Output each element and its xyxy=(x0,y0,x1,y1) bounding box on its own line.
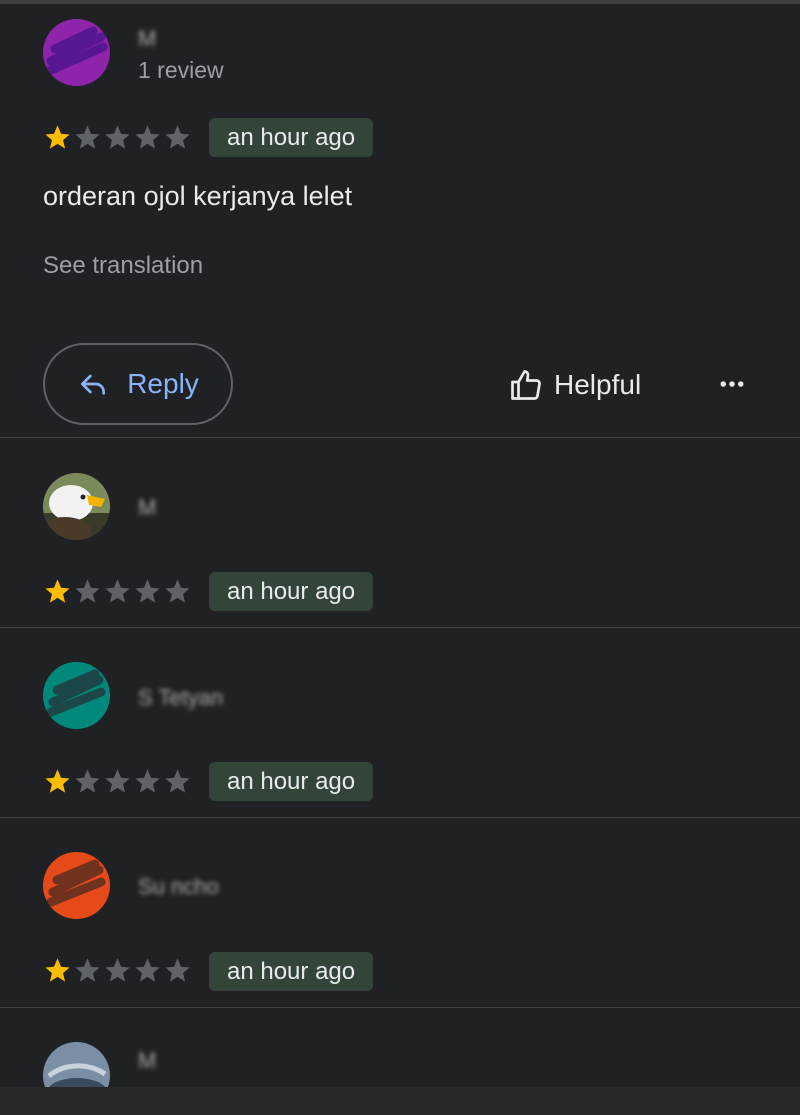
star-empty-icon xyxy=(75,769,100,793)
top-divider xyxy=(0,0,800,4)
star-filled-icon xyxy=(45,579,70,603)
star-empty-icon xyxy=(75,579,100,603)
time-badge: an hour ago xyxy=(209,952,374,991)
star-empty-icon xyxy=(105,125,130,149)
review-text: orderan ojol kerjanya lelet xyxy=(43,181,353,211)
review-count: 1 review xyxy=(138,57,224,83)
star-filled-icon xyxy=(45,769,70,793)
see-translation-link[interactable]: See translation xyxy=(43,252,203,280)
star-rating xyxy=(43,123,192,153)
helpful-label: Helpful xyxy=(554,369,642,400)
star-empty-icon xyxy=(105,769,130,793)
star-empty-icon xyxy=(165,579,190,603)
star-empty-icon xyxy=(165,958,190,982)
time-badge: an hour ago xyxy=(209,118,374,157)
more-options-button[interactable] xyxy=(712,364,752,404)
star-empty-icon xyxy=(165,769,190,793)
divider xyxy=(0,817,800,818)
avatar[interactable] xyxy=(43,19,110,86)
reviewer-name[interactable]: Su ncho xyxy=(138,874,219,900)
thumbs-up-icon xyxy=(511,370,541,400)
more-horizontal-icon xyxy=(720,381,744,387)
reviewer-name[interactable]: M xyxy=(138,26,156,52)
star-empty-icon xyxy=(105,958,130,982)
helpful-button[interactable]: Helpful xyxy=(508,360,641,410)
reply-label: Reply xyxy=(127,368,199,399)
eagle-photo-icon xyxy=(43,473,110,540)
divider xyxy=(0,437,800,438)
star-empty-icon xyxy=(135,125,160,149)
star-empty-icon xyxy=(105,579,130,603)
star-empty-icon xyxy=(135,769,160,793)
reply-arrow-icon xyxy=(81,374,106,395)
time-badge: an hour ago xyxy=(209,572,374,611)
avatar[interactable] xyxy=(43,473,110,540)
star-rating xyxy=(43,767,192,797)
divider xyxy=(0,1007,800,1008)
star-empty-icon xyxy=(75,958,100,982)
avatar[interactable] xyxy=(43,662,110,729)
bottom-bar xyxy=(0,1087,800,1115)
reviewer-name[interactable]: S Tetyan xyxy=(138,685,223,711)
star-rating xyxy=(43,577,192,607)
star-filled-icon xyxy=(45,958,70,982)
star-empty-icon xyxy=(75,125,100,149)
reply-button[interactable]: Reply xyxy=(43,343,233,425)
divider xyxy=(0,627,800,628)
star-empty-icon xyxy=(135,958,160,982)
star-empty-icon xyxy=(135,579,160,603)
star-empty-icon xyxy=(165,125,190,149)
reviewer-name[interactable]: M xyxy=(138,1048,156,1074)
reviewer-name[interactable]: M xyxy=(138,495,156,521)
star-filled-icon xyxy=(45,125,70,149)
time-badge: an hour ago xyxy=(209,762,374,801)
star-rating xyxy=(43,956,192,986)
avatar[interactable] xyxy=(43,852,110,919)
